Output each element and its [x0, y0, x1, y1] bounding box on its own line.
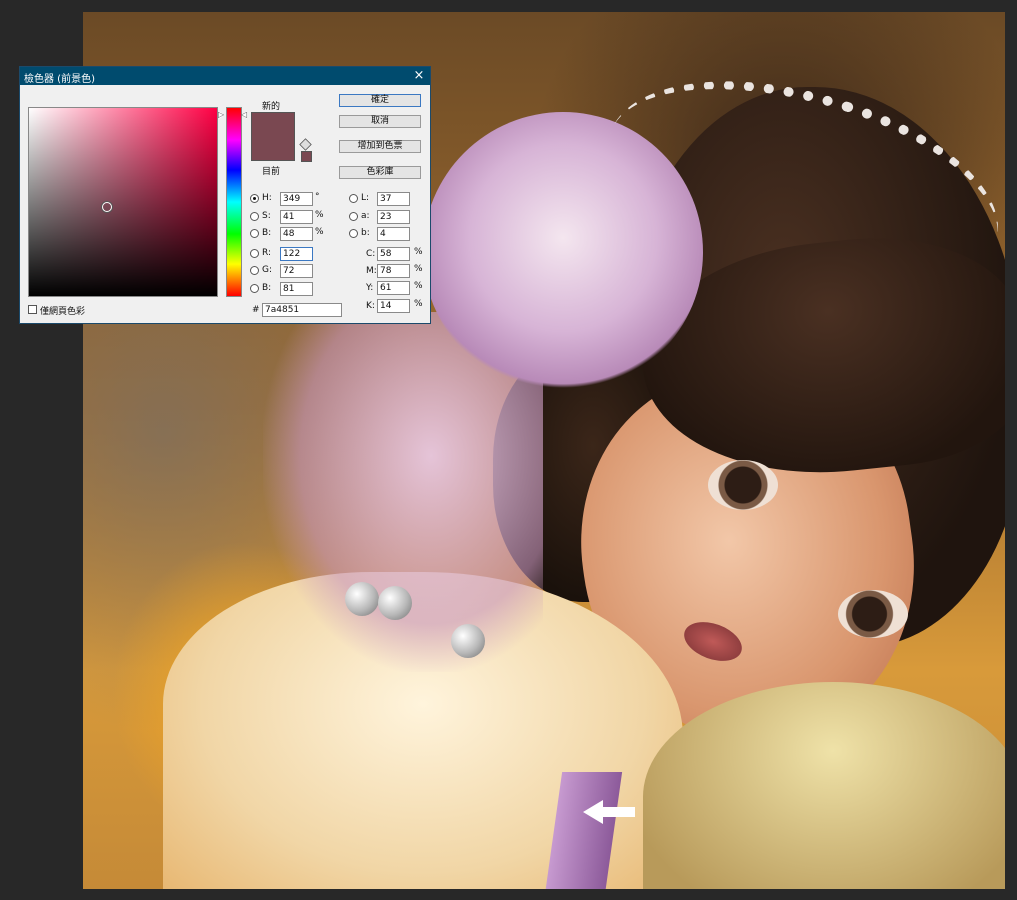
- hex-input[interactable]: 7a4851: [262, 303, 342, 317]
- yellow-unit: %: [414, 281, 423, 291]
- current-color-label: 目前: [262, 167, 281, 177]
- radio-lightness[interactable]: [349, 194, 358, 203]
- radio-green[interactable]: [250, 266, 259, 275]
- yellow-input[interactable]: 61: [377, 281, 410, 295]
- web-safe-swatch[interactable]: [301, 151, 312, 162]
- hue-label: H:: [262, 193, 272, 203]
- lab-a-input[interactable]: 23: [377, 210, 410, 224]
- cancel-button[interactable]: 取消: [339, 115, 421, 128]
- black-input[interactable]: 14: [377, 299, 410, 313]
- blue-input[interactable]: 81: [280, 282, 313, 296]
- magenta-label: M:: [366, 266, 377, 276]
- magenta-input[interactable]: 78: [377, 264, 410, 278]
- lab-b-input[interactable]: 4: [377, 227, 410, 241]
- saturation-brightness-field[interactable]: [28, 107, 218, 297]
- hue-handle-outline-right-icon: ◁: [241, 110, 248, 119]
- saturation-label: S:: [262, 211, 271, 221]
- close-icon[interactable]: ×: [412, 68, 426, 83]
- add-to-swatches-button[interactable]: 增加到色票: [339, 140, 421, 153]
- photo-eye-left: [708, 460, 778, 510]
- radio-brightness[interactable]: [250, 229, 259, 238]
- new-color-label: 新的: [262, 102, 281, 112]
- dialog-titlebar[interactable]: 檢色器 (前景色) ×: [20, 67, 430, 85]
- black-label: K:: [366, 301, 375, 311]
- arrow-left-icon: [583, 800, 635, 824]
- cyan-label: C:: [366, 249, 376, 259]
- photo-eye-right: [838, 590, 908, 638]
- radio-blue[interactable]: [250, 284, 259, 293]
- lab-b-label: b:: [361, 228, 370, 238]
- brightness-label: B:: [262, 228, 272, 238]
- lab-a-label: a:: [361, 211, 370, 221]
- new-color-swatch: [251, 112, 295, 137]
- radio-lab-a[interactable]: [349, 212, 358, 221]
- saturation-unit: %: [315, 210, 324, 220]
- saturation-input[interactable]: 41: [280, 210, 313, 224]
- radio-red[interactable]: [250, 249, 259, 258]
- only-web-colors-checkbox[interactable]: [28, 305, 37, 314]
- brightness-input[interactable]: 48: [280, 227, 313, 241]
- photo-bell: [451, 624, 485, 658]
- dialog-title: 檢色器 (前景色): [24, 74, 95, 85]
- red-label: R:: [262, 248, 272, 258]
- blue-label: B:: [262, 283, 272, 293]
- color-picker-dialog: 檢色器 (前景色) × ▷ ◁ 新的 目前 確定 取消 增加到色票 色彩庫 H:…: [19, 66, 431, 324]
- hue-input[interactable]: 349: [280, 192, 313, 206]
- ok-button[interactable]: 確定: [339, 94, 421, 107]
- cyan-unit: %: [414, 247, 423, 257]
- cyan-input[interactable]: 58: [377, 247, 410, 261]
- color-field-cursor[interactable]: [102, 202, 112, 212]
- green-input[interactable]: 72: [280, 264, 313, 278]
- hue-handle-outline-left-icon: ▷: [218, 110, 225, 119]
- radio-lab-b[interactable]: [349, 229, 358, 238]
- magenta-unit: %: [414, 264, 423, 274]
- photo-bell: [345, 582, 379, 616]
- hex-label: #: [252, 305, 260, 315]
- lab-l-label: L:: [361, 193, 370, 203]
- brightness-unit: %: [315, 227, 324, 237]
- green-label: G:: [262, 265, 273, 275]
- lab-l-input[interactable]: 37: [377, 192, 410, 206]
- red-input[interactable]: 122: [280, 247, 313, 261]
- radio-hue[interactable]: [250, 194, 259, 203]
- radio-saturation[interactable]: [250, 212, 259, 221]
- only-web-colors-label: 僅網頁色彩: [40, 307, 86, 317]
- photo-bell: [378, 586, 412, 620]
- hue-slider[interactable]: [226, 107, 242, 297]
- color-libraries-button[interactable]: 色彩庫: [339, 166, 421, 179]
- current-color-swatch[interactable]: [251, 136, 295, 161]
- black-unit: %: [414, 299, 423, 309]
- cube-icon[interactable]: [299, 138, 312, 151]
- hue-unit: °: [315, 192, 320, 202]
- yellow-label: Y:: [366, 283, 374, 293]
